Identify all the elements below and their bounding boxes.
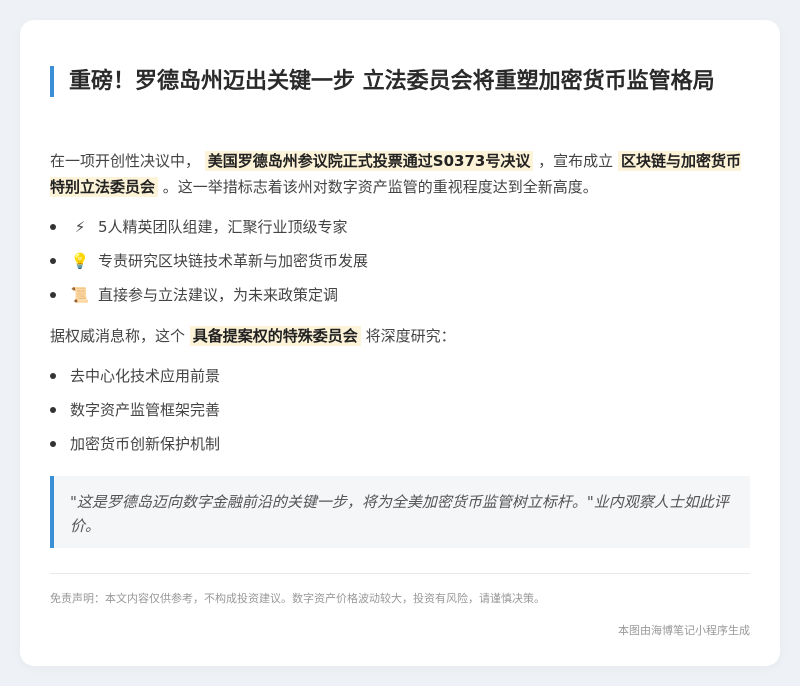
research-item: 去中心化技术应用前景: [70, 367, 221, 385]
intro-suffix: 。这一举措标志着该州对数字资产监管的重视程度达到全新高度。: [162, 178, 598, 196]
authority-prefix: 据权威消息称，这个: [50, 327, 186, 345]
quote-block: "这是罗德岛迈向数字金融前沿的关键一步，将为全美加密货币监管树立标杆。"业内观察…: [50, 476, 750, 548]
lightbulb-icon: 💡: [70, 252, 90, 270]
article-card: 重磅！罗德岛州迈出关键一步 立法委员会将重塑加密货币监管格局 在一项开创性决议中…: [20, 20, 780, 666]
intro-middle: ，宣布成立: [538, 152, 614, 170]
bullet-dot: [50, 407, 56, 413]
research-item: 数字资产监管框架完善: [70, 401, 221, 419]
divider: [50, 573, 750, 574]
disclaimer-text: 免责声明：本文内容仅供参考，不构成投资建议。数字资产价格波动较大，投资有风险，请…: [50, 592, 545, 605]
feature-text: 专责研究区块链技术革新与加密货币发展: [98, 252, 369, 270]
scroll-icon: 📜: [70, 286, 90, 304]
lightning-icon: ⚡: [74, 218, 86, 236]
intro-prefix: 在一项开创性决议中，: [50, 152, 201, 170]
bullet-dot: [50, 373, 56, 379]
authority-paragraph: 据权威消息称，这个 具备提案权的特殊委员会 将深度研究：: [50, 323, 755, 349]
article-title: 重磅！罗德岛州迈出关键一步 立法委员会将重塑加密货币监管格局: [50, 66, 750, 97]
research-item: 加密货币创新保护机制: [70, 435, 221, 453]
feature-text: 5人精英团队组建，汇聚行业顶级专家: [98, 218, 348, 236]
intro-highlight-resolution: 美国罗德岛州参议院正式投票通过S0373号决议: [204, 151, 534, 171]
bullet-dot: [50, 441, 56, 447]
footer-credit: 本图由海博笔记小程序生成: [618, 624, 750, 637]
feature-text: 直接参与立法建议，为未来政策定调: [98, 286, 339, 304]
authority-highlight: 具备提案权的特殊委员会: [189, 326, 361, 346]
bullet-dot: [50, 224, 56, 230]
intro-paragraph: 在一项开创性决议中， 美国罗德岛州参议院正式投票通过S0373号决议 ，宣布成立…: [50, 148, 755, 200]
bullet-dot: [50, 292, 56, 298]
authority-suffix: 将深度研究：: [365, 327, 456, 345]
bullet-dot: [50, 258, 56, 264]
